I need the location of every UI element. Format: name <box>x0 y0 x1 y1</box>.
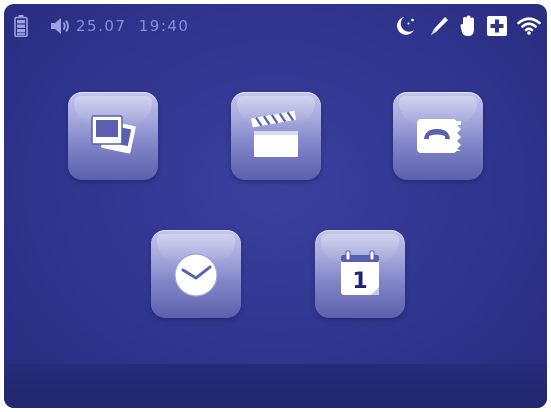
battery-icon <box>14 15 28 37</box>
night-mode-icon[interactable] <box>393 14 419 38</box>
hand-icon[interactable] <box>459 14 477 38</box>
speaker-icon <box>50 17 72 35</box>
bottom-bar <box>4 364 547 408</box>
intercom-tile[interactable] <box>393 92 483 180</box>
clock-tile[interactable] <box>151 230 241 318</box>
clock-icon <box>174 253 218 297</box>
calendar-day-number: 1 <box>352 269 367 294</box>
status-right <box>393 13 541 39</box>
video-tile[interactable] <box>231 92 321 180</box>
pen-icon[interactable] <box>428 14 450 38</box>
video-clapperboard-icon <box>251 110 298 157</box>
status-bar: 25.07 19:40 <box>4 4 547 48</box>
device-screen: 25.07 19:40 1 <box>4 4 547 408</box>
plus-box-icon[interactable] <box>486 15 508 37</box>
photos-tile[interactable] <box>68 92 158 180</box>
intercom-phone-icon <box>417 119 461 153</box>
calendar-icon: 1 <box>341 250 379 295</box>
photos-icon <box>91 115 136 154</box>
wifi-icon[interactable] <box>517 16 541 36</box>
calendar-tile[interactable]: 1 <box>315 230 405 318</box>
status-datetime: 25.07 19:40 <box>76 17 189 35</box>
status-time: 19:40 <box>138 17 190 35</box>
status-left: 25.07 19:40 <box>14 14 189 38</box>
status-date: 25.07 <box>76 17 127 35</box>
